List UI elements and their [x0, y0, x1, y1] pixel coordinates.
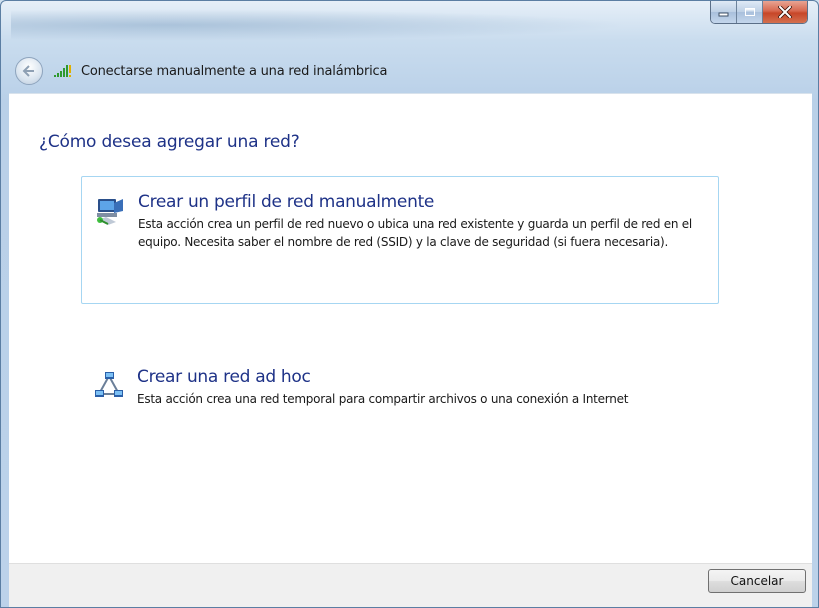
option-description: Esta acción crea un perfil de red nuevo …: [138, 217, 693, 249]
option-adhoc-network[interactable]: Crear una red ad hoc Esta acción crea un…: [81, 352, 719, 442]
maximize-icon: [744, 8, 755, 16]
option-description: Esta acción crea una red temporal para c…: [137, 392, 629, 406]
close-icon: [778, 6, 792, 18]
close-button[interactable]: [763, 1, 807, 23]
minimize-icon: [718, 12, 728, 17]
main-content: ¿Cómo desea agregar una red? Crear un pe…: [9, 93, 812, 564]
navigation-row: Conectarse manualmente a una red inalámb…: [15, 57, 387, 85]
option-title: Crear una red ad hoc: [137, 367, 311, 387]
back-button[interactable]: [15, 57, 43, 85]
title-bar[interactable]: [1, 1, 818, 49]
back-arrow-icon: [22, 65, 34, 77]
cancel-button[interactable]: Cancelar: [708, 569, 806, 593]
wireless-signal-icon: [54, 65, 71, 77]
network-profile-icon: [97, 199, 123, 225]
dialog-window: Conectarse manualmente a una red inalámb…: [0, 0, 819, 608]
maximize-button[interactable]: [737, 1, 763, 23]
page-heading: ¿Cómo desea agregar una red?: [39, 132, 300, 152]
minimize-button[interactable]: [711, 1, 737, 23]
option-title: Crear un perfil de red manualmente: [138, 192, 435, 212]
caption-buttons: [710, 1, 808, 24]
option-manual-profile[interactable]: Crear un perfil de red manualmente Esta …: [81, 176, 719, 304]
dialog-footer: Cancelar: [9, 563, 812, 607]
adhoc-network-icon: [95, 372, 123, 397]
window-title: Conectarse manualmente a una red inalámb…: [81, 63, 388, 79]
